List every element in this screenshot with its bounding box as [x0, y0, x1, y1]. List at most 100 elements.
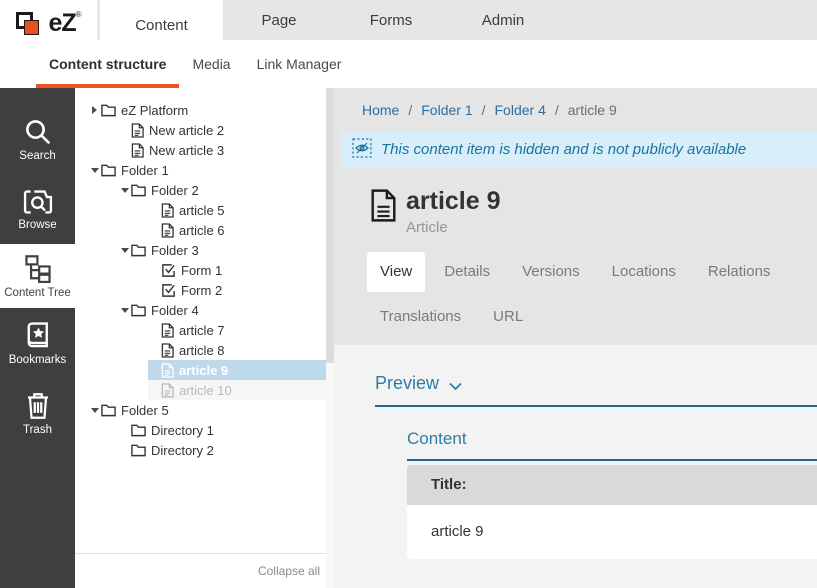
tree-item-label: Folder 4 — [151, 303, 199, 318]
article-icon — [131, 143, 144, 158]
top-tab-admin[interactable]: Admin — [447, 0, 559, 40]
tree-item-directory-1[interactable]: Directory 1 — [75, 420, 326, 440]
content-title-header: article 9 Article — [334, 167, 817, 236]
folder-icon — [131, 303, 146, 317]
article-icon — [161, 323, 174, 338]
top-tab-forms[interactable]: Forms — [335, 0, 447, 40]
tab-url[interactable]: URL — [480, 297, 536, 337]
collapse-all-button[interactable]: Collapse all — [258, 564, 320, 578]
folder-icon — [101, 103, 116, 117]
sidebar-item-search[interactable]: Search — [0, 104, 75, 174]
breadcrumb-home[interactable]: Home — [362, 102, 399, 118]
tree-item-article-10[interactable]: article 10 — [75, 380, 326, 400]
tree-item-label: eZ Platform — [121, 103, 188, 118]
tree-item-folder-4[interactable]: Folder 4 — [75, 300, 326, 320]
tree-item-ez-platform[interactable]: eZ Platform — [75, 100, 326, 120]
tree-item-article-8[interactable]: article 8 — [75, 340, 326, 360]
content-type-label: Article — [406, 219, 501, 236]
sidebar-item-content-tree[interactable]: Content Tree — [0, 244, 75, 308]
article-icon — [161, 203, 174, 218]
tree-footer: Collapse all — [75, 553, 326, 588]
tree-item-label: Folder 3 — [151, 243, 199, 258]
tree-scrollbar-thumb[interactable] — [326, 88, 334, 363]
tree-item-label: article 9 — [179, 363, 228, 378]
tree-item-directory-2[interactable]: Directory 2 — [75, 440, 326, 460]
caret-collapsed-icon[interactable] — [88, 106, 101, 114]
form-icon — [161, 263, 176, 278]
field-card: Title: article 9 — [407, 465, 817, 559]
tree-item-folder-5[interactable]: Folder 5 — [75, 400, 326, 420]
tree-item-new-article-3[interactable]: New article 3 — [75, 140, 326, 160]
tab-view[interactable]: View — [367, 252, 425, 292]
tree-item-article-9[interactable]: article 9 — [75, 360, 326, 380]
tree-item-folder-1[interactable]: Folder 1 — [75, 160, 326, 180]
field-value: article 9 — [407, 505, 817, 559]
folder-icon — [131, 183, 146, 197]
breadcrumb-separator: / — [482, 102, 486, 118]
sidebar-item-label: Search — [19, 150, 55, 162]
main-content: Home/Folder 1/Folder 4/article 9 This co… — [334, 88, 817, 588]
tree-item-article-7[interactable]: article 7 — [75, 320, 326, 340]
folder-icon — [131, 443, 146, 457]
ez-logo[interactable]: eZ ® — [0, 0, 97, 47]
caret-expanded-icon[interactable] — [118, 308, 131, 313]
bookmarks-icon — [23, 321, 53, 351]
folder-icon — [101, 403, 116, 417]
caret-expanded-icon[interactable] — [88, 408, 101, 413]
tab-translations[interactable]: Translations — [367, 297, 474, 337]
article-icon — [161, 363, 174, 378]
sidebar-item-bookmarks[interactable]: Bookmarks — [0, 308, 75, 378]
content-tree-icon — [22, 254, 54, 284]
app-window: eZ ® ContentPageFormsAdmin Content struc… — [0, 0, 817, 588]
folder-icon — [131, 423, 146, 437]
tab-locations[interactable]: Locations — [599, 252, 689, 292]
tree-item-label: Directory 1 — [151, 423, 214, 438]
content-head-area: Home/Folder 1/Folder 4/article 9 This co… — [334, 88, 817, 345]
hidden-eye-icon — [352, 138, 372, 162]
tree-item-folder-2[interactable]: Folder 2 — [75, 180, 326, 200]
sidebar-item-label: Trash — [23, 424, 52, 436]
caret-expanded-icon[interactable] — [118, 188, 131, 193]
tab-versions[interactable]: Versions — [509, 252, 593, 292]
breadcrumb-folder-4[interactable]: Folder 4 — [495, 102, 546, 118]
tab-view-body: Preview Content Title: article 9 — [334, 345, 817, 559]
tree-item-article-5[interactable]: article 5 — [75, 200, 326, 220]
tree-scrollbar[interactable] — [326, 88, 334, 588]
breadcrumb-article-9: article 9 — [568, 102, 617, 118]
folder-icon — [101, 163, 116, 177]
tab-relations[interactable]: Relations — [695, 252, 784, 292]
tree-item-label: article 7 — [179, 323, 225, 338]
sidebar-item-label: Browse — [18, 219, 56, 231]
content-tabs: ViewDetailsVersionsLocationsRelations Tra… — [367, 252, 817, 337]
tree-item-label: Form 1 — [181, 263, 222, 278]
article-icon — [131, 123, 144, 138]
tree-item-label: article 6 — [179, 223, 225, 238]
tree-item-form-1[interactable]: Form 1 — [75, 260, 326, 280]
top-tab-content[interactable]: Content — [100, 0, 223, 50]
tree-item-label: article 8 — [179, 343, 225, 358]
tree-item-new-article-2[interactable]: New article 2 — [75, 120, 326, 140]
tree-item-label: Folder 2 — [151, 183, 199, 198]
tree-item-form-2[interactable]: Form 2 — [75, 280, 326, 300]
sidebar-item-trash[interactable]: Trash — [0, 378, 75, 448]
top-navbar: eZ ® ContentPageFormsAdmin — [0, 0, 817, 40]
sidebar-item-label: Bookmarks — [9, 354, 67, 366]
tab-details[interactable]: Details — [431, 252, 503, 292]
caret-expanded-icon[interactable] — [118, 248, 131, 253]
tree-item-label: Folder 1 — [121, 163, 169, 178]
top-nav-tabs: ContentPageFormsAdmin — [100, 0, 559, 50]
breadcrumb-folder-1[interactable]: Folder 1 — [421, 102, 472, 118]
chevron-down-icon — [449, 375, 462, 396]
preview-toggle[interactable]: Preview — [375, 371, 817, 407]
caret-expanded-icon[interactable] — [88, 168, 101, 173]
logo-text: eZ — [48, 9, 75, 38]
tree-item-label: New article 3 — [149, 143, 224, 158]
tree-item-folder-3[interactable]: Folder 3 — [75, 240, 326, 260]
left-rail: Search Browse Content Tree Bookmarks Trash — [0, 88, 75, 588]
sidebar-item-browse[interactable]: Browse — [0, 174, 75, 244]
article-icon — [161, 223, 174, 238]
top-tab-page[interactable]: Page — [223, 0, 335, 40]
tree-item-article-6[interactable]: article 6 — [75, 220, 326, 240]
tree-item-label: Directory 2 — [151, 443, 214, 458]
search-icon — [23, 117, 53, 147]
